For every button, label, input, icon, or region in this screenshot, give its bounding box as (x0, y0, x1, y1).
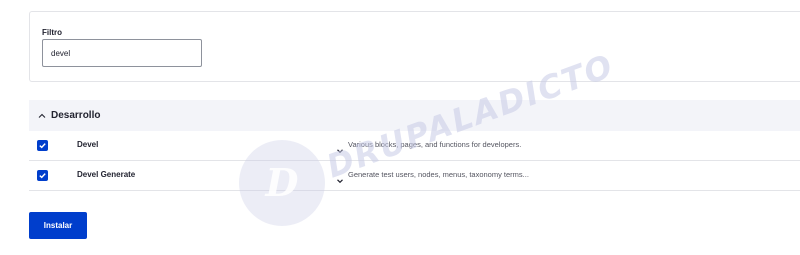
module-name: Devel Generate (77, 170, 136, 179)
filter-label: Filtro (42, 28, 62, 37)
chevron-up-icon (37, 111, 47, 121)
filter-panel: Filtro (29, 11, 800, 82)
module-description[interactable]: Generate test users, nodes, menus, taxon… (348, 170, 529, 179)
module-checkbox-devel[interactable] (37, 140, 48, 151)
section-title: Desarrollo (51, 110, 101, 121)
section-header-desarrollo[interactable]: Desarrollo (29, 100, 800, 131)
module-description[interactable]: Various blocks, pages, and functions for… (348, 140, 521, 149)
install-button[interactable]: Instalar (29, 212, 87, 239)
checkmark-icon (39, 173, 46, 179)
table-row: Devel Various blocks, pages, and functio… (29, 131, 800, 161)
checkmark-icon (39, 143, 46, 149)
module-checkbox-devel-generate[interactable] (37, 170, 48, 181)
table-row: Devel Generate Generate test users, node… (29, 161, 800, 191)
module-name: Devel (77, 140, 99, 149)
chevron-down-icon[interactable] (336, 142, 344, 154)
filter-input[interactable] (42, 39, 202, 67)
chevron-down-icon[interactable] (336, 172, 344, 184)
